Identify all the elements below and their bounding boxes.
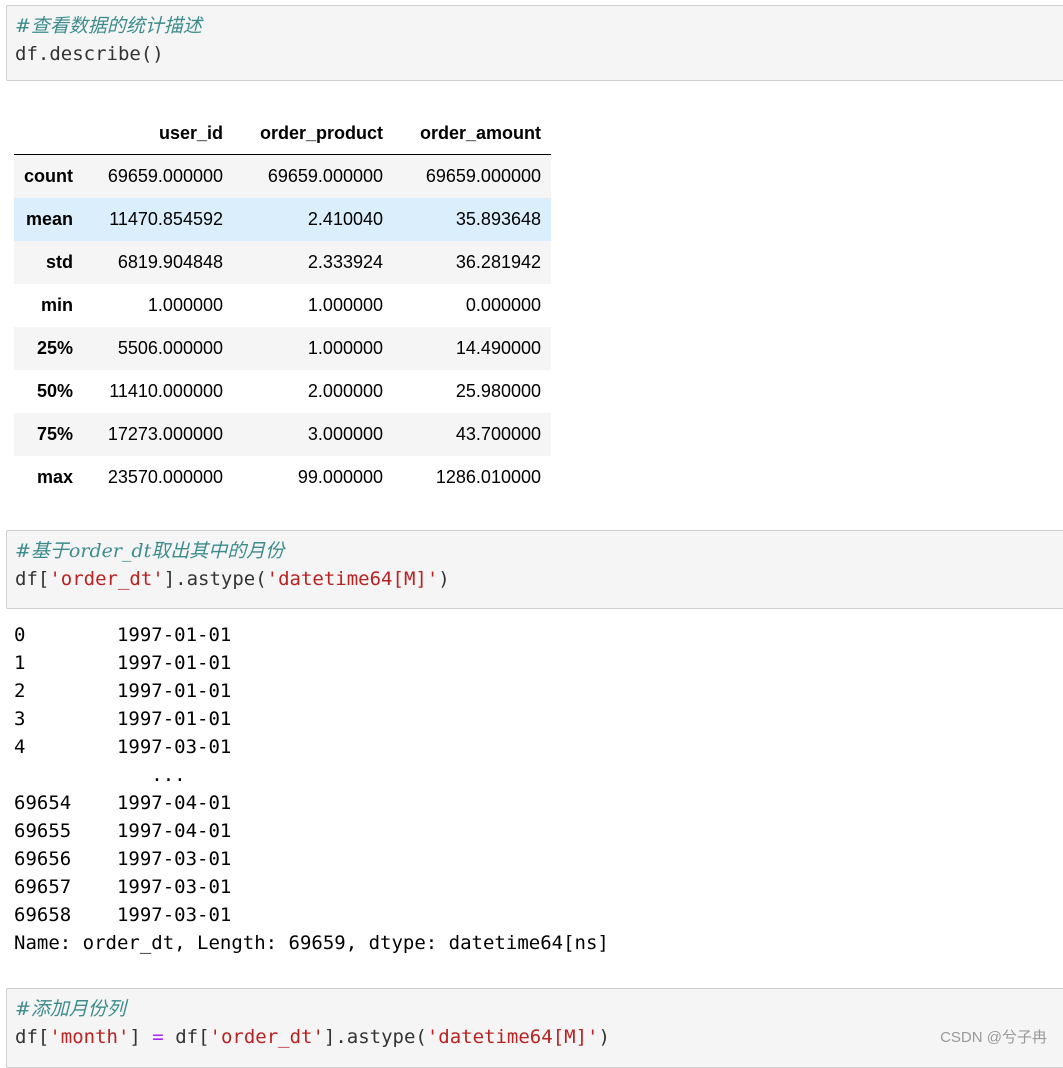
column-header: user_id [83,112,233,155]
series-output: 0 1997-01-01 1 1997-01-01 2 1997-01-01 3… [14,621,609,957]
row-label: count [24,166,73,186]
output-line: 69654 1997-04-01 [14,792,232,814]
output-line: ... [14,764,186,786]
code-comment: #查看数据的统计描述 [15,15,202,37]
code-cell-extract-month[interactable]: #基于order_dt取出其中的月份 df['order_dt'].astype… [6,530,1063,609]
row-label: min [40,295,73,315]
string-literal: 'datetime64[M]' [266,568,439,590]
table-cell: 5506.000000 [117,338,223,358]
code-token: ].astype( [163,568,267,590]
output-line: 3 1997-01-01 [14,708,232,730]
table-cell: 0.000000 [465,295,541,315]
table-row: count 69659.000000 69659.000000 69659.00… [14,154,551,198]
output-line: 69656 1997-03-01 [14,848,232,870]
table-row: 25% 5506.000000 1.000000 14.490000 [14,327,551,370]
string-literal: 'month' [49,1026,130,1048]
operator: = [152,1026,164,1048]
describe-dataframe-table: user_id order_product order_amount count… [14,112,551,499]
code-comment: #基于order_dt取出其中的月份 [15,540,285,562]
output-line: 2 1997-01-01 [14,680,232,702]
table-cell: 2.410040 [307,209,383,229]
table-cell: 69659.000000 [425,166,541,186]
table-cell: 3.000000 [307,424,383,444]
table-cell: 1.000000 [307,338,383,358]
table-cell: 1.000000 [307,295,383,315]
column-header: order_product [233,112,393,155]
table-row: max 23570.000000 99.000000 1286.010000 [14,456,551,499]
string-literal: 'order_dt' [209,1026,324,1048]
table-cell: 2.333924 [307,252,383,272]
output-line: 1 1997-01-01 [14,652,232,674]
output-line: 69655 1997-04-01 [14,820,232,842]
code-cell-describe[interactable]: #查看数据的统计描述 df.describe() [6,5,1063,81]
table-cell: 11470.854592 [109,209,223,229]
table-cell: 43.700000 [455,424,541,444]
code-line: df['order_dt'].astype('datetime64[M]') [15,565,1063,593]
row-label: mean [25,209,73,229]
table-header-row: user_id order_product order_amount [14,112,551,155]
code-token: df[ [15,1026,50,1048]
output-line: 69657 1997-03-01 [14,876,232,898]
index-header [14,112,83,155]
table-cell: 99.000000 [297,467,383,487]
code-cell-add-month[interactable]: #添加月份列 df['month'] = df['order_dt'].asty… [6,988,1063,1068]
string-literal: 'datetime64[M]' [426,1026,599,1048]
code-token: ].astype( [323,1026,427,1048]
table-cell: 69659.000000 [267,166,383,186]
table-row-highlighted: mean 11470.854592 2.410040 35.893648 [14,198,551,241]
row-label: 25% [36,338,73,358]
code-token: df[ [163,1026,210,1048]
table-cell: 14.490000 [455,338,541,358]
column-header: order_amount [393,112,551,155]
table-cell: 25.980000 [455,381,541,401]
row-label: max [36,467,73,487]
table-row: min 1.000000 1.000000 0.000000 [14,284,551,327]
table-row: std 6819.904848 2.333924 36.281942 [14,241,551,284]
table-cell: 1.000000 [147,295,223,315]
table-cell: 6819.904848 [117,252,223,272]
code-token: ) [438,568,450,590]
code-comment: #添加月份列 [15,998,126,1020]
table-cell: 23570.000000 [107,467,223,487]
output-line: 69658 1997-03-01 [14,904,232,926]
code-line: df.describe() [15,43,164,65]
code-line: df['month'] = df['order_dt'].astype('dat… [15,1023,1063,1051]
table-cell: 1286.010000 [435,467,541,487]
table-cell: 36.281942 [455,252,541,272]
output-line: Name: order_dt, Length: 69659, dtype: da… [14,932,609,954]
table-row: 50% 11410.000000 2.000000 25.980000 [14,370,551,413]
code-token: ) [598,1026,610,1048]
table-cell: 2.000000 [307,381,383,401]
row-label: 75% [36,424,73,444]
output-line: 0 1997-01-01 [14,624,232,646]
row-label: std [46,252,73,272]
csdn-watermark: CSDN @兮子冉 [940,1029,1047,1046]
row-label: 50% [36,381,73,401]
table-cell: 35.893648 [455,209,541,229]
table-cell: 69659.000000 [107,166,223,186]
code-token: ] [129,1026,153,1048]
output-line: 4 1997-03-01 [14,736,232,758]
table-cell: 11410.000000 [109,381,223,401]
table-cell: 17273.000000 [107,424,223,444]
code-token: df[ [15,568,50,590]
table-row: 75% 17273.000000 3.000000 43.700000 [14,413,551,456]
string-literal: 'order_dt' [49,568,164,590]
